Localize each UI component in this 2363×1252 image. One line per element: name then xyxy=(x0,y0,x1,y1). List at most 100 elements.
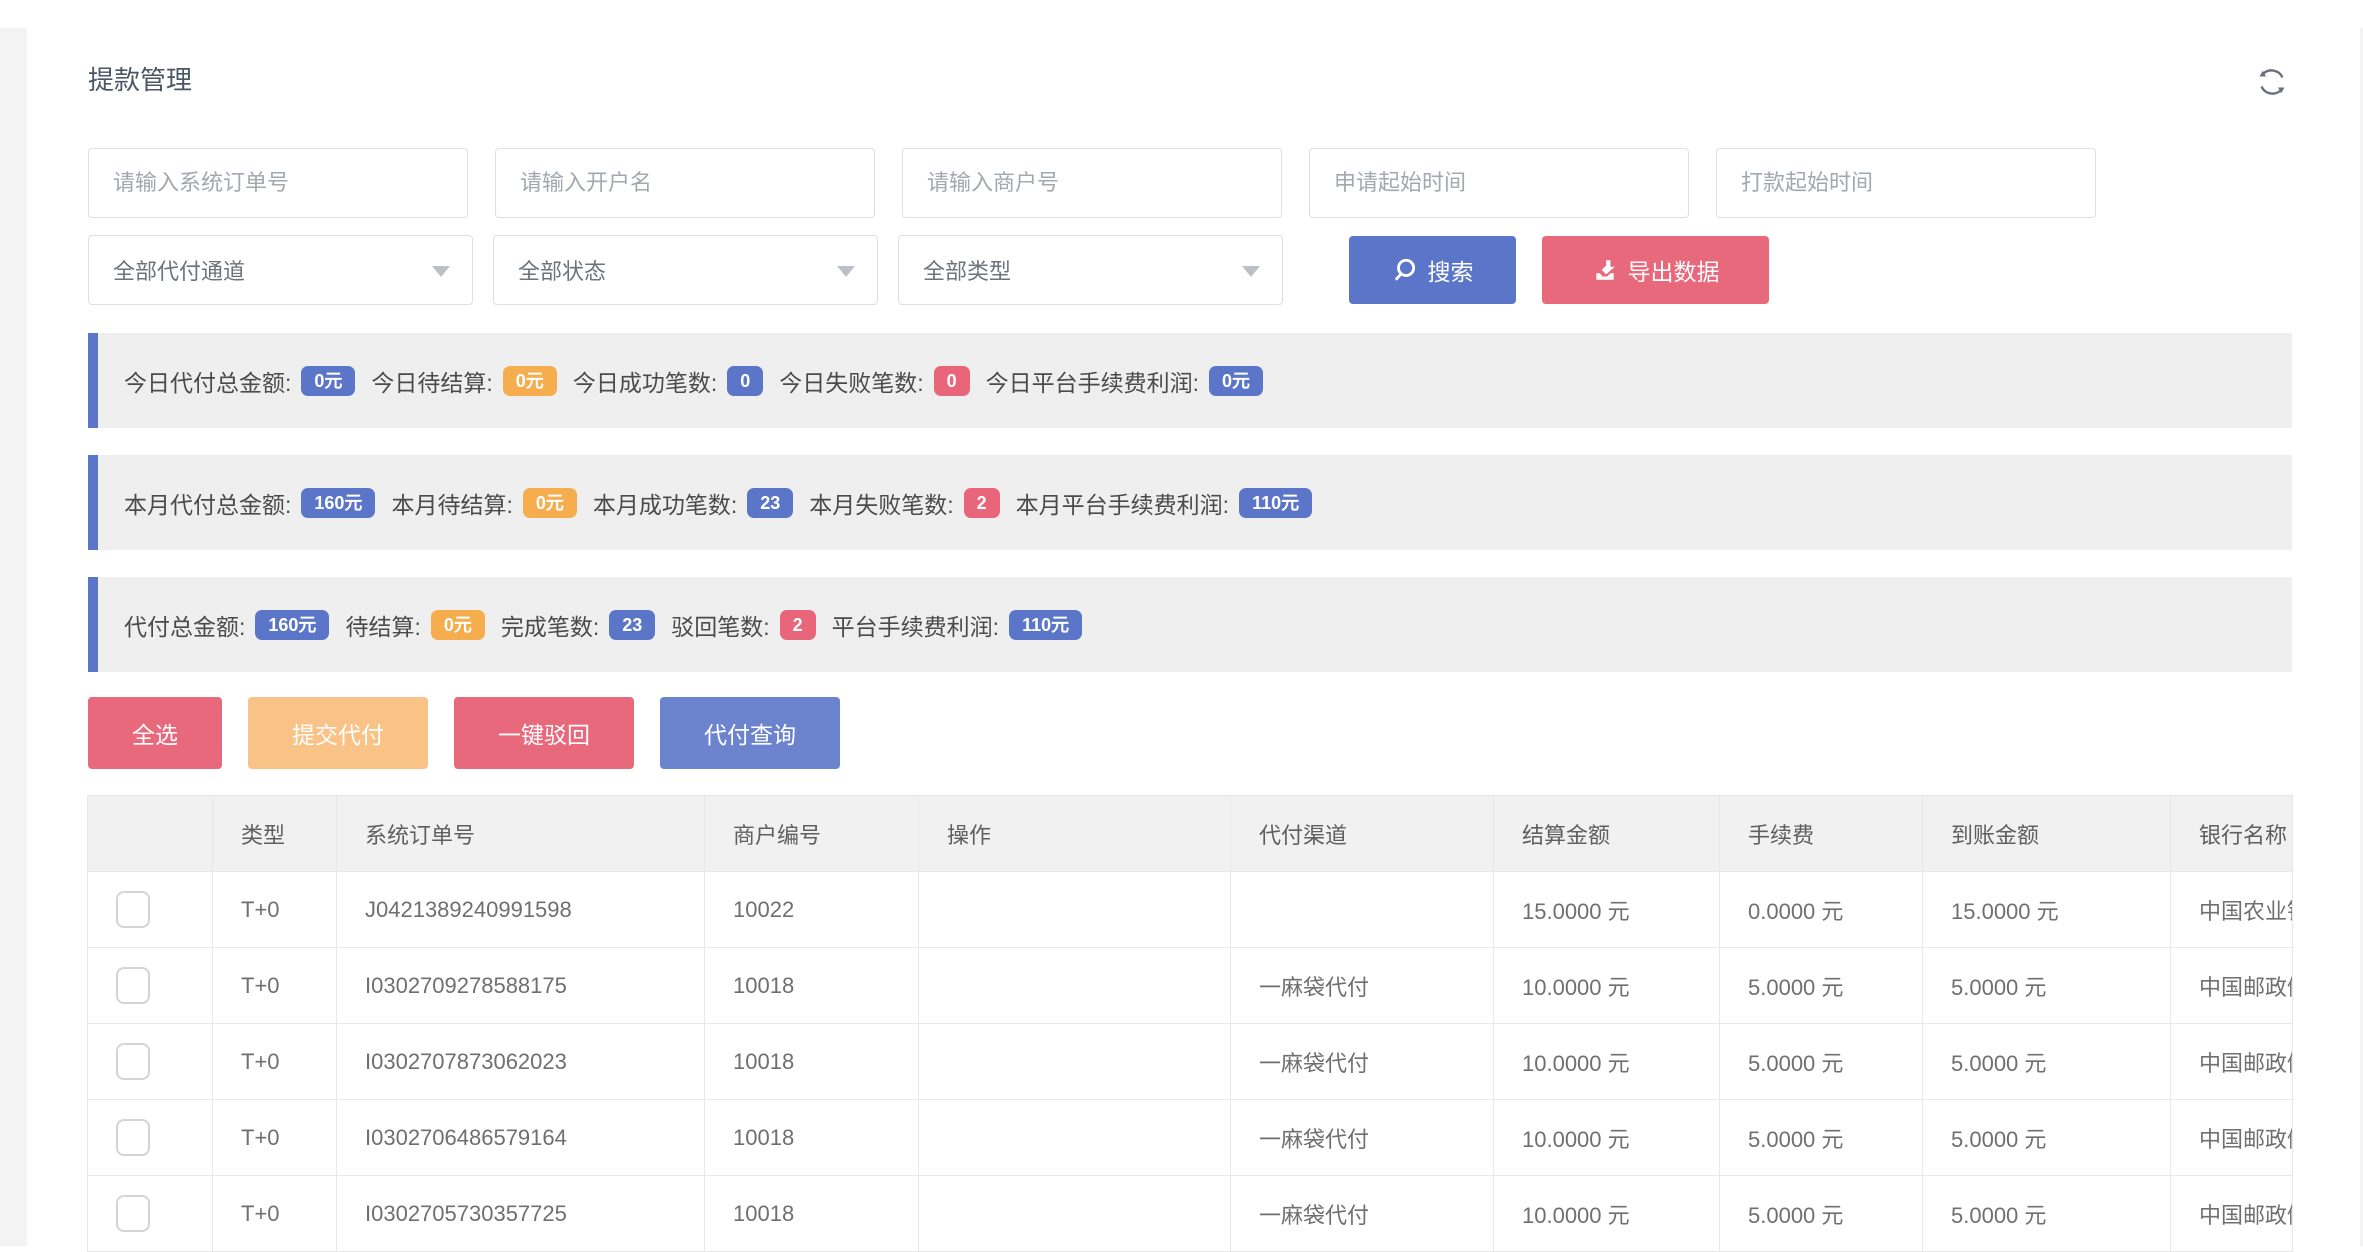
table-row: T+0 I0302705730357725 10018 一麻袋代付 10.000… xyxy=(88,1176,2293,1252)
row-checkbox[interactable] xyxy=(116,1119,150,1156)
cell-fee: 5.0000 元 xyxy=(1720,948,1923,1024)
cell-bank-name: 中国农业银行 xyxy=(2171,872,2293,948)
stat-label: 完成笔数: xyxy=(501,608,599,642)
cell-arrive-amount: 5.0000 元 xyxy=(1923,1176,2171,1252)
cell-merchant-no: 10022 xyxy=(705,872,919,948)
export-data-button[interactable]: 导出数据 xyxy=(1542,236,1769,304)
stat-badge: 160元 xyxy=(301,488,375,518)
cell-fee: 5.0000 元 xyxy=(1720,1100,1923,1176)
type-select[interactable]: 全部类型 xyxy=(898,235,1283,305)
search-icon xyxy=(1392,257,1418,283)
table-header-row: 类型 系统订单号 商户编号 操作 代付渠道 结算金额 手续费 到账金额 银行名称 xyxy=(88,796,2293,872)
cell-bank-name: 中国邮政储蓄银行 xyxy=(2171,1024,2293,1100)
pay-start-time-input[interactable] xyxy=(1716,148,2096,218)
order-number-input[interactable] xyxy=(88,148,468,218)
month-stats-bar: 本月代付总金额:160元 本月待结算:0元 本月成功笔数:23 本月失败笔数:2… xyxy=(88,455,2292,550)
cell-settle-amount: 10.0000 元 xyxy=(1494,1176,1720,1252)
stat-badge: 110元 xyxy=(1009,610,1082,640)
cell-order-no: J0421389240991598 xyxy=(337,872,705,948)
cell-type: T+0 xyxy=(213,1100,337,1176)
stat-badge: 2 xyxy=(964,488,1000,518)
stat-badge: 0元 xyxy=(301,366,355,396)
cell-bank-name: 中国邮政储蓄银行 xyxy=(2171,948,2293,1024)
col-bank-name: 银行名称 xyxy=(2171,796,2293,872)
status-select[interactable]: 全部状态 xyxy=(493,235,878,305)
row-checkbox[interactable] xyxy=(116,967,150,1004)
stat-badge: 0元 xyxy=(1209,366,1263,396)
col-arrive-amount: 到账金额 xyxy=(1923,796,2171,872)
filter-selects-row: 全部代付通道 全部状态 全部类型 搜索 导出数据 xyxy=(88,235,1769,305)
cell-merchant-no: 10018 xyxy=(705,948,919,1024)
cell-arrive-amount: 5.0000 元 xyxy=(1923,1100,2171,1176)
apply-start-time-input[interactable] xyxy=(1309,148,1689,218)
cell-fee: 0.0000 元 xyxy=(1720,872,1923,948)
cell-channel: 一麻袋代付 xyxy=(1231,948,1494,1024)
col-merchant-no: 商户编号 xyxy=(705,796,919,872)
stat-label: 今日失败笔数: xyxy=(779,364,923,398)
page-title: 提款管理 xyxy=(88,60,192,97)
col-type: 类型 xyxy=(213,796,337,872)
col-operation: 操作 xyxy=(919,796,1231,872)
chevron-down-icon xyxy=(1242,266,1260,277)
search-button-label: 搜索 xyxy=(1428,253,1474,287)
stat-badge: 2 xyxy=(780,610,816,640)
stat-label: 本月成功笔数: xyxy=(593,486,737,520)
cell-operation xyxy=(919,1176,1231,1252)
reject-all-button[interactable]: 一键驳回 xyxy=(454,697,634,769)
export-download-icon xyxy=(1592,257,1618,283)
stat-label: 驳回笔数: xyxy=(671,608,769,642)
cell-bank-name: 中国邮政储蓄银行 xyxy=(2171,1100,2293,1176)
submit-payment-button[interactable]: 提交代付 xyxy=(248,697,428,769)
cell-settle-amount: 10.0000 元 xyxy=(1494,948,1720,1024)
cell-fee: 5.0000 元 xyxy=(1720,1176,1923,1252)
select-all-button[interactable]: 全选 xyxy=(88,697,222,769)
stat-badge: 0元 xyxy=(431,610,485,640)
stat-label: 平台手续费利润: xyxy=(832,608,999,642)
stat-badge: 23 xyxy=(747,488,793,518)
status-select-value: 全部状态 xyxy=(518,254,606,286)
cell-order-no: I0302709278588175 xyxy=(337,948,705,1024)
col-order-no: 系统订单号 xyxy=(337,796,705,872)
today-stats-bar: 今日代付总金额:0元 今日待结算:0元 今日成功笔数:0 今日失败笔数:0 今日… xyxy=(88,333,2292,428)
stat-badge: 0 xyxy=(727,366,763,396)
cell-channel: 一麻袋代付 xyxy=(1231,1024,1494,1100)
col-channel: 代付渠道 xyxy=(1231,796,1494,872)
refresh-icon xyxy=(2254,64,2290,100)
payment-query-button[interactable]: 代付查询 xyxy=(660,697,840,769)
type-select-value: 全部类型 xyxy=(923,254,1011,286)
cell-merchant-no: 10018 xyxy=(705,1100,919,1176)
cell-type: T+0 xyxy=(213,948,337,1024)
channel-select[interactable]: 全部代付通道 xyxy=(88,235,473,305)
stat-label: 今日成功笔数: xyxy=(573,364,717,398)
cell-settle-amount: 15.0000 元 xyxy=(1494,872,1720,948)
export-data-button-label: 导出数据 xyxy=(1628,253,1720,287)
cell-operation xyxy=(919,1024,1231,1100)
row-checkbox[interactable] xyxy=(116,1043,150,1080)
stat-badge: 0元 xyxy=(523,488,577,518)
table-row: T+0 I0302709278588175 10018 一麻袋代付 10.000… xyxy=(88,948,2293,1024)
stat-label: 本月代付总金额: xyxy=(124,486,291,520)
cell-type: T+0 xyxy=(213,1176,337,1252)
channel-select-value: 全部代付通道 xyxy=(113,254,245,286)
table-row: T+0 J0421389240991598 10022 15.0000 元 0.… xyxy=(88,872,2293,948)
merchant-number-input[interactable] xyxy=(902,148,1282,218)
refresh-button[interactable] xyxy=(2252,62,2292,102)
cell-merchant-no: 10018 xyxy=(705,1176,919,1252)
cell-operation xyxy=(919,1100,1231,1176)
cell-operation xyxy=(919,948,1231,1024)
stat-badge: 23 xyxy=(609,610,655,640)
chevron-down-icon xyxy=(837,266,855,277)
search-button[interactable]: 搜索 xyxy=(1349,236,1516,304)
account-name-input[interactable] xyxy=(495,148,875,218)
stat-label: 待结算: xyxy=(345,608,420,642)
row-checkbox[interactable] xyxy=(116,891,150,928)
cell-channel: 一麻袋代付 xyxy=(1231,1176,1494,1252)
row-checkbox[interactable] xyxy=(116,1195,150,1232)
stat-label: 今日平台手续费利润: xyxy=(986,364,1199,398)
stat-label: 本月平台手续费利润: xyxy=(1016,486,1229,520)
col-checkbox xyxy=(88,796,213,872)
table-row: T+0 I0302707873062023 10018 一麻袋代付 10.000… xyxy=(88,1024,2293,1100)
total-stats-bar: 代付总金额:160元 待结算:0元 完成笔数:23 驳回笔数:2 平台手续费利润… xyxy=(88,577,2292,672)
cell-fee: 5.0000 元 xyxy=(1720,1024,1923,1100)
table-row: T+0 I0302706486579164 10018 一麻袋代付 10.000… xyxy=(88,1100,2293,1176)
